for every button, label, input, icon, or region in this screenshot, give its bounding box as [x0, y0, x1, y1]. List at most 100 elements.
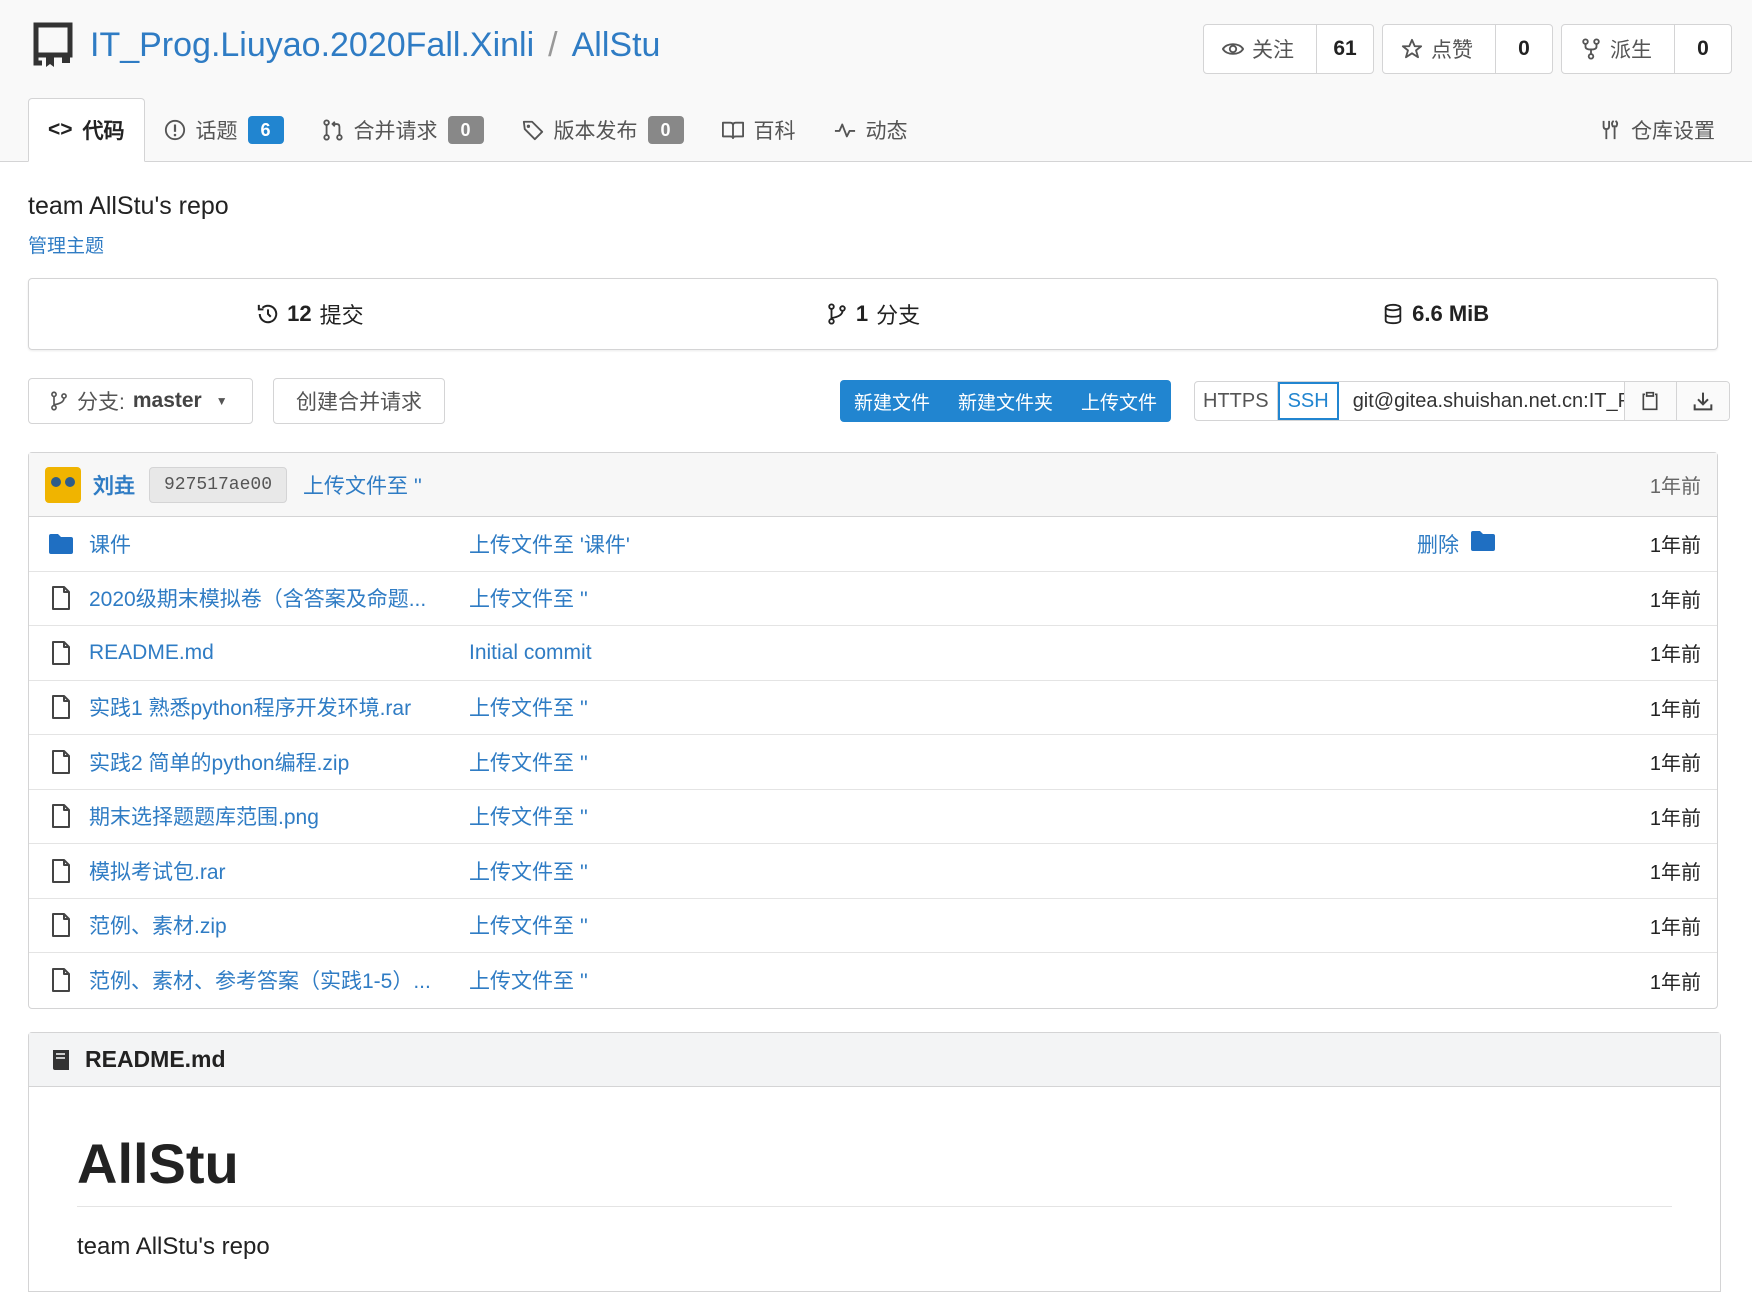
file-commit-message-link[interactable]: 上传文件至 '': [469, 692, 588, 722]
file-list: 刘垚 927517ae00 上传文件至 '' 1年前 课件 上传文件至 '课件' 删…: [28, 452, 1718, 1009]
table-row: README.md Initial commit 1年前: [29, 626, 1717, 681]
file-name-link[interactable]: 模拟考试包.rar: [89, 856, 434, 886]
table-row: 课件 上传文件至 '课件' 删除 1年前: [29, 517, 1717, 572]
file-name-link[interactable]: README.md: [89, 641, 434, 665]
file-name-link[interactable]: 实践2 简单的python编程.zip: [89, 747, 434, 777]
file-age: 1年前: [1649, 971, 1701, 994]
tab-releases-label: 版本发布: [553, 120, 638, 143]
commit-author-link[interactable]: 刘垚: [93, 470, 135, 500]
avatar[interactable]: [45, 466, 81, 503]
file-name-link[interactable]: 实践1 熟悉python程序开发环境.rar: [89, 692, 434, 722]
clone-url-input[interactable]: git@gitea.shuishan.net.cn:IT_Prog.Liuyao…: [1339, 382, 1625, 420]
branches-stat[interactable]: 1 分支: [592, 298, 1155, 330]
tab-issues[interactable]: 话题 6: [145, 98, 303, 162]
new-folder-button[interactable]: 新建文件夹: [944, 380, 1067, 422]
watch-label-wrap[interactable]: 关注: [1204, 25, 1317, 73]
clone-panel: HTTPS SSH git@gitea.shuishan.net.cn:IT_P…: [1194, 381, 1730, 421]
file-commit-message-link[interactable]: Initial commit: [469, 641, 592, 665]
create-pull-request-button[interactable]: 创建合并请求: [273, 378, 445, 424]
file-icon: [49, 640, 73, 665]
readme-panel: README.md AllStu team AllStu's repo: [28, 1032, 1721, 1292]
file-commit-message-link[interactable]: 上传文件至 '课件': [469, 529, 630, 559]
file-icon: [49, 968, 73, 993]
file-icon: [49, 749, 73, 774]
file-name-link[interactable]: 2020级期末模拟卷（含答案及命题...: [89, 583, 434, 613]
tab-pulls[interactable]: 合并请求 0: [303, 98, 503, 162]
file-commit-message-link[interactable]: 上传文件至 '': [469, 583, 588, 613]
file-commit-message-link[interactable]: 上传文件至 '': [469, 747, 588, 777]
tab-activity[interactable]: 动态: [815, 98, 927, 162]
file-commit-message-link[interactable]: 上传文件至 '': [469, 965, 588, 995]
ssh-button[interactable]: SSH: [1277, 382, 1339, 420]
repo-tabs: <> 代码 话题 6 合并请求 0 版本发布 0 百科 动态 仓库设置: [28, 96, 1752, 162]
repo-main: team AllStu's repo 管理主题 12 提交 1 分支 6.6 M…: [28, 162, 1730, 1292]
tab-wiki-label: 百科: [753, 120, 796, 143]
pulls-count-badge: 0: [447, 116, 484, 144]
repo-size: 6.6 MiB: [1412, 301, 1490, 326]
repo-header: IT_Prog.Liuyao.2020Fall.Xinli / AllStu 关…: [0, 0, 1752, 162]
watch-button[interactable]: 关注 61: [1203, 24, 1374, 74]
new-file-button[interactable]: 新建文件: [840, 380, 944, 422]
commits-stat[interactable]: 12 提交: [29, 298, 592, 330]
size-stat: 6.6 MiB: [1154, 301, 1717, 327]
file-name-link[interactable]: 范例、素材.zip: [89, 910, 434, 940]
tab-wiki[interactable]: 百科: [703, 98, 815, 162]
file-age: 1年前: [1649, 753, 1701, 776]
fork-count[interactable]: 0: [1675, 25, 1731, 73]
commit-message-link[interactable]: 上传文件至 '': [303, 470, 422, 500]
file-icon: [49, 586, 73, 611]
branch-name: master: [132, 389, 202, 412]
commit-sha-button[interactable]: 927517ae00: [149, 466, 288, 503]
branch-icon: [828, 303, 846, 325]
file-commit-message-link[interactable]: 上传文件至 '': [469, 910, 588, 940]
file-toolbar: 分支: master ▼ 创建合并请求 新建文件 新建文件夹 上传文件 HTTP…: [28, 378, 1730, 424]
file-commit-message-link[interactable]: 上传文件至 '': [469, 801, 588, 831]
caret-down-icon: ▼: [215, 394, 228, 408]
table-row: 2020级期末模拟卷（含答案及命题... 上传文件至 '' 1年前: [29, 572, 1717, 626]
manage-topics-link[interactable]: 管理主题: [28, 236, 104, 257]
file-name-link[interactable]: 范例、素材、参考答案（实践1-5）...: [89, 965, 434, 995]
star-label-wrap[interactable]: 点赞: [1383, 25, 1496, 73]
branch-icon: [51, 391, 67, 411]
star-count[interactable]: 0: [1496, 25, 1552, 73]
tag-icon: [522, 120, 543, 141]
file-commit-message-link[interactable]: 上传文件至 '': [469, 856, 588, 886]
tab-releases[interactable]: 版本发布 0: [503, 98, 703, 162]
folder-icon: [1471, 530, 1495, 557]
https-button[interactable]: HTTPS: [1195, 382, 1278, 420]
copy-button[interactable]: [1624, 382, 1677, 420]
file-age: 1年前: [1649, 535, 1701, 558]
tools-icon: [1602, 120, 1619, 140]
tab-issues-label: 话题: [195, 120, 238, 143]
file-icon: [49, 858, 73, 883]
file-age: 1年前: [1649, 644, 1701, 667]
table-row: 范例、素材、参考答案（实践1-5）... 上传文件至 '' 1年前: [29, 953, 1717, 1008]
download-button[interactable]: [1676, 382, 1729, 420]
database-icon: [1384, 303, 1402, 325]
delete-folder-action[interactable]: 删除: [1417, 529, 1495, 559]
fork-button[interactable]: 派生 0: [1561, 24, 1732, 74]
commits-count: 12: [287, 301, 312, 326]
latest-commit-row: 刘垚 927517ae00 上传文件至 '' 1年前: [29, 453, 1717, 517]
history-icon: [257, 304, 278, 324]
fork-label-wrap[interactable]: 派生: [1562, 25, 1675, 73]
tab-activity-label: 动态: [865, 120, 908, 143]
tab-settings[interactable]: 仓库设置: [1580, 98, 1734, 162]
upload-file-button[interactable]: 上传文件: [1067, 380, 1171, 422]
watch-count[interactable]: 61: [1317, 25, 1373, 73]
file-name-link[interactable]: 课件: [89, 529, 434, 559]
repo-name-link[interactable]: AllStu: [572, 26, 661, 65]
tab-code[interactable]: <> 代码: [28, 98, 145, 162]
star-button[interactable]: 点赞 0: [1382, 24, 1553, 74]
repo-actions: 关注 61 点赞 0 派生 0: [1203, 24, 1732, 74]
repo-description: team AllStu's repo: [28, 192, 229, 220]
fork-icon: [1582, 38, 1600, 60]
book-icon: [53, 1049, 69, 1070]
file-name-link[interactable]: 期末选择题题库范围.png: [89, 801, 434, 831]
file-icon: [49, 695, 73, 720]
repo-owner-link[interactable]: IT_Prog.Liuyao.2020Fall.Xinli: [90, 26, 534, 65]
file-age: 1年前: [1649, 862, 1701, 885]
delete-link[interactable]: 删除: [1417, 529, 1459, 559]
branch-dropdown[interactable]: 分支: master ▼: [28, 378, 253, 424]
releases-count-badge: 0: [647, 116, 684, 144]
